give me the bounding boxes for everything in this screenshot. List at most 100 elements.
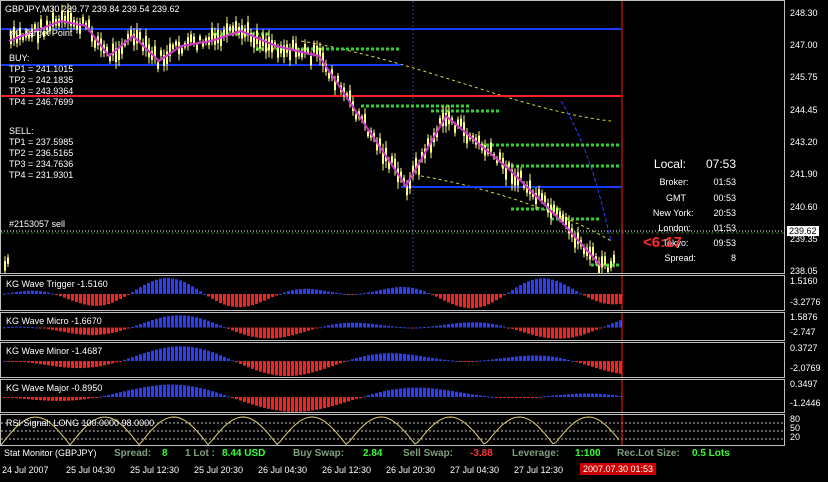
histogram-bar: [307, 397, 310, 411]
wave-minor-panel[interactable]: KG Wave Minor -1.4687: [0, 342, 785, 378]
histogram-bar: [91, 361, 94, 368]
candle-body: [604, 256, 606, 265]
histogram-bar: [355, 293, 358, 295]
histogram-bar: [467, 322, 470, 328]
histogram-bar: [599, 294, 602, 303]
candle-body: [217, 29, 219, 44]
histogram-bar: [191, 316, 194, 328]
histogram-bar: [107, 394, 110, 397]
histogram-bar: [155, 385, 158, 397]
rsi-signal-panel[interactable]: RSI Signal: LONG 100.0000 98.0000: [0, 414, 785, 446]
histogram-bar: [507, 357, 510, 361]
histogram-bar: [39, 397, 42, 401]
candle-body: [88, 19, 90, 28]
histogram-bar: [591, 294, 594, 300]
histogram-bar: [287, 291, 290, 294]
histogram-bar: [115, 393, 118, 397]
histogram-bar: [575, 290, 578, 294]
histogram-bar: [567, 286, 570, 294]
histogram-bar: [411, 287, 414, 294]
histogram-bar: [259, 397, 262, 407]
histogram-bar: [563, 327, 566, 339]
histogram-bar: [535, 327, 538, 336]
histogram-bar: [79, 294, 82, 304]
histogram-bar: [151, 350, 154, 361]
histogram-bar: [299, 397, 302, 412]
histogram-bar: [191, 347, 194, 361]
candle-body: [613, 254, 615, 264]
histogram-bar: [547, 356, 550, 361]
candle-body: [355, 114, 357, 120]
histogram-bar: [391, 389, 394, 397]
histogram-bar: [267, 294, 270, 299]
histogram-bar: [427, 357, 430, 361]
histogram-bar: [19, 397, 22, 399]
histogram-bar: [379, 391, 382, 397]
histogram-bar: [319, 327, 322, 329]
histogram-bar: [55, 397, 58, 401]
histogram-bar: [315, 327, 318, 329]
histogram-bar: [227, 358, 230, 361]
histogram-bar: [155, 349, 158, 361]
histogram-bar: [247, 294, 250, 307]
histogram-bar: [407, 387, 410, 397]
histogram-bar: [83, 397, 86, 400]
wave-trigger-panel[interactable]: KG Wave Trigger -1.5160: [0, 275, 785, 311]
time-tick: 27 Jul 04:30: [450, 465, 500, 475]
histogram-bar: [527, 397, 530, 398]
histogram-bar: [75, 327, 78, 335]
histogram-bar: [415, 387, 418, 397]
histogram-bar: [339, 323, 342, 328]
histogram-bar: [587, 361, 590, 366]
histogram-bar: [239, 397, 242, 401]
histogram-bar: [303, 361, 306, 375]
histogram-bar: [95, 327, 98, 336]
histogram-bar: [395, 287, 398, 294]
histogram-bar: [155, 279, 158, 294]
histogram-bar: [447, 324, 450, 328]
histogram-bar: [475, 394, 478, 397]
histogram-bar: [27, 326, 30, 328]
histogram-bar: [347, 322, 350, 328]
london-time: 01:53: [713, 223, 736, 233]
histogram-bar: [231, 360, 234, 362]
histogram-bar: [339, 293, 342, 295]
histogram-bar: [243, 397, 246, 402]
envelope-upper-line: [300, 40, 612, 122]
histogram-bar: [343, 397, 346, 403]
candle-body: [601, 256, 603, 268]
histogram-bar: [255, 327, 258, 338]
histogram-bar: [199, 348, 202, 361]
stat-buy-swap-label: Buy Swap:: [293, 448, 345, 459]
histogram-bar: [407, 354, 410, 361]
histogram-bar: [183, 315, 186, 328]
histogram-bar: [295, 361, 298, 376]
wave-minor-title: KG Wave Minor -1.4687: [6, 346, 103, 356]
histogram-bar: [251, 397, 254, 405]
histogram-bar: [555, 280, 558, 294]
histogram-bar: [39, 327, 42, 329]
histogram-bar: [111, 327, 114, 333]
histogram-bar: [131, 389, 134, 397]
histogram-bar: [83, 361, 86, 369]
order-label[interactable]: #2153057 sell: [9, 219, 65, 229]
time-tick: 27 Jul 12:30: [514, 465, 564, 475]
price-axis[interactable]: 248.30 247.00 245.75 244.45 243.20 241.9…: [786, 0, 828, 276]
wave-micro-panel[interactable]: KG Wave Micro -1.6670: [0, 312, 785, 341]
histogram-bar: [187, 284, 190, 294]
histogram-bar: [163, 316, 166, 328]
histogram-bar: [167, 278, 170, 294]
stat-axis: [786, 446, 828, 462]
histogram-bar: [103, 395, 106, 397]
histogram-bar: [439, 359, 442, 361]
wave-major-panel[interactable]: KG Wave Major -0.8950: [0, 379, 785, 413]
main-price-chart[interactable]: GBPJPY,M30 239.77 239.84 239.54 239.62 K…: [0, 0, 785, 274]
histogram-bar: [591, 361, 594, 367]
candle-body: [292, 39, 294, 48]
histogram-bar: [531, 279, 534, 294]
histogram-bar: [451, 294, 454, 305]
histogram-bar: [327, 397, 330, 408]
time-axis[interactable]: 24 Jul 2007 25 Jul 04:30 25 Jul 12:30 25…: [0, 462, 828, 482]
histogram-bar: [203, 319, 206, 328]
histogram-bar: [455, 323, 458, 328]
